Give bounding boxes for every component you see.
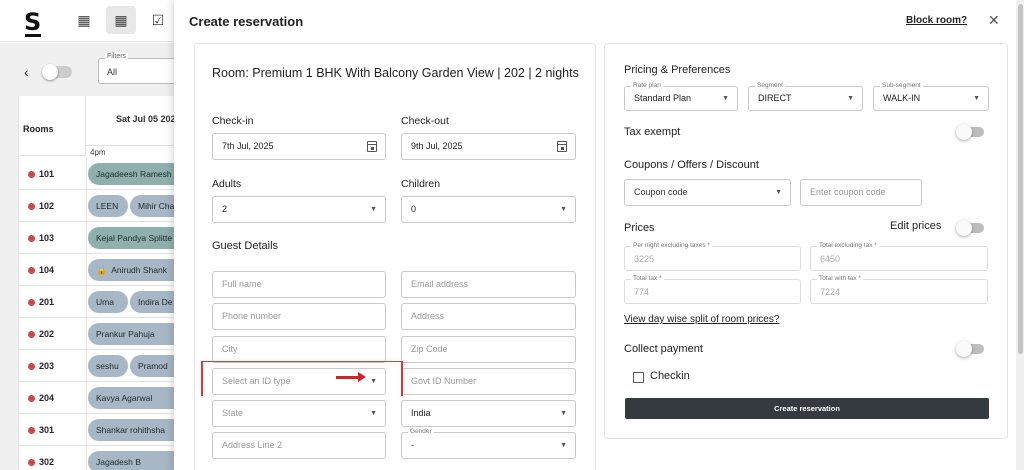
calendar-icon[interactable] xyxy=(557,141,567,152)
room-row: 101 Jagadeesh Ramesh xyxy=(18,158,198,190)
coupon-code-select[interactable]: Coupon code ▼ xyxy=(624,179,791,206)
pricing-heading: Pricing & Preferences xyxy=(624,64,731,76)
chevron-down-icon: ▼ xyxy=(370,410,377,417)
checkout-label: Check-out xyxy=(401,115,449,127)
chevron-down-icon: ▼ xyxy=(560,410,567,417)
room-row: 302 Jagadesh B xyxy=(18,446,198,470)
close-icon[interactable]: ✕ xyxy=(988,12,1000,29)
booking-pill[interactable]: seshu xyxy=(88,355,128,377)
total-tax-field: Total tax * 774 xyxy=(624,274,801,304)
calendar-icon[interactable] xyxy=(367,141,377,152)
app-logo: S xyxy=(24,8,42,36)
calendar-icon[interactable]: ▦ xyxy=(106,6,136,34)
rate-plan-label: Rate plan xyxy=(631,81,663,91)
adults-label: Adults xyxy=(212,178,242,190)
booking-pill[interactable]: Uma xyxy=(88,291,128,313)
checkout-date-field[interactable]: 9th Jul, 2025 xyxy=(401,133,576,160)
adults-select[interactable]: 2 ▼ xyxy=(212,196,386,223)
dashboard-grid-icon[interactable]: ▦ xyxy=(76,12,92,28)
guest-details-heading: Guest Details xyxy=(212,240,279,252)
children-select[interactable]: 0 ▼ xyxy=(401,196,576,223)
room-row: 301 Shankar rohithsha xyxy=(18,414,198,446)
view-toggle[interactable] xyxy=(42,64,72,80)
total-excl-tax-field: Total excluding tax * 6450 xyxy=(810,241,988,271)
room-row: 204 Kavya Agarwal xyxy=(18,382,198,414)
subsegment-select[interactable]: Sub-segment WALK-IN ▼ xyxy=(873,81,989,111)
chevron-down-icon: ▼ xyxy=(560,442,567,449)
room-row: 102 LEEN Mihir Cha xyxy=(18,190,200,222)
room-title: Room: Premium 1 BHK With Balcony Garden … xyxy=(212,66,579,80)
filters-label: Filters xyxy=(105,53,129,60)
gender-select[interactable]: Gender - ▼ xyxy=(401,427,576,459)
clipboard-icon[interactable]: ☑ xyxy=(150,12,166,28)
total-excl-tax-label: Total excluding tax * xyxy=(817,241,879,251)
room-row: 103 Kejal Pandya Splitte xyxy=(18,222,198,254)
checkin-date-field[interactable]: 7th Jul, 2025 xyxy=(212,133,386,160)
per-night-price-field: Per night excluding taxes * 3225 xyxy=(624,241,801,271)
rate-plan-select[interactable]: Rate plan Standard Plan ▼ xyxy=(624,81,738,111)
annotation-highlight-box xyxy=(201,361,403,396)
gender-label: Gender xyxy=(408,427,434,437)
chevron-down-icon: ▼ xyxy=(560,206,567,213)
checkin-checkbox-label: Checkin xyxy=(650,370,690,382)
view-split-link[interactable]: View day wise split of room prices? xyxy=(624,314,779,325)
time-label: 4pm xyxy=(90,148,106,157)
children-label: Children xyxy=(401,178,441,190)
per-night-label: Per night excluding taxes * xyxy=(631,241,712,251)
total-tax-label: Total tax * xyxy=(631,274,664,284)
room-row: 202 Prankur Pahuja xyxy=(18,318,198,350)
collect-payment-toggle[interactable] xyxy=(956,341,984,357)
state-select[interactable]: State ▼ xyxy=(212,400,386,427)
chevron-down-icon: ▼ xyxy=(973,95,980,102)
date-header: Sat Jul 05 202 xyxy=(86,96,188,146)
tax-exempt-toggle[interactable] xyxy=(956,124,984,140)
city-input[interactable]: City xyxy=(212,336,386,363)
rooms-header: Rooms xyxy=(18,96,86,156)
zip-input[interactable]: Zip Code xyxy=(401,336,576,363)
phone-input[interactable]: Phone number xyxy=(212,303,386,330)
modal-title: Create reservation xyxy=(189,14,304,29)
segment-label: Segment xyxy=(755,81,786,91)
checkin-label: Check-in xyxy=(212,115,254,127)
reservation-details-panel: Room: Premium 1 BHK With Balcony Garden … xyxy=(194,43,596,470)
total-with-tax-field: Total with tax * 7224 xyxy=(810,274,988,304)
logo-underline xyxy=(25,34,41,37)
room-row: 104 🔒 Anirudh Shank xyxy=(18,254,198,286)
total-with-tax-label: Total with tax * xyxy=(817,274,863,284)
address-line2-input[interactable]: Address Line 2 xyxy=(212,432,386,459)
pricing-panel: Pricing & Preferences Rate plan Standard… xyxy=(604,43,1008,439)
address-input[interactable]: Address xyxy=(401,303,576,330)
lock-icon: 🔒 xyxy=(96,265,108,275)
chevron-down-icon: ▼ xyxy=(722,95,729,102)
govt-id-input[interactable]: Govt ID Number xyxy=(401,368,576,395)
room-row: 203 seshu Pramod xyxy=(18,350,200,382)
chevron-down-icon: ▼ xyxy=(847,95,854,102)
prices-heading: Prices xyxy=(624,222,655,234)
create-reservation-modal: Create reservation Block room? ✕ Room: P… xyxy=(174,0,1016,470)
scrollbar-thumb[interactable] xyxy=(1018,4,1023,354)
create-reservation-button[interactable]: Create reservation xyxy=(625,398,989,419)
email-input[interactable]: Email address xyxy=(401,271,576,298)
chevron-down-icon: ▼ xyxy=(775,189,782,196)
coupon-code-input[interactable]: Enter coupon code xyxy=(800,179,922,206)
tax-exempt-label: Tax exempt xyxy=(624,126,681,138)
edit-prices-label: Edit prices xyxy=(890,220,942,232)
collect-payment-label: Collect payment xyxy=(624,343,703,355)
annotation-arrow-head xyxy=(358,372,366,382)
room-row: 201 Uma Indira De xyxy=(18,286,200,318)
block-room-link[interactable]: Block room? xyxy=(906,15,967,26)
filters-value: All xyxy=(107,67,118,77)
chevron-down-icon: ▼ xyxy=(370,206,377,213)
checkin-checkbox[interactable] xyxy=(633,372,644,383)
back-chevron-icon[interactable]: ‹ xyxy=(24,64,29,80)
coupons-heading: Coupons / Offers / Discount xyxy=(624,159,759,171)
segment-select[interactable]: Segment DIRECT ▼ xyxy=(748,81,863,111)
booking-pill[interactable]: LEEN xyxy=(88,195,128,217)
full-name-input[interactable]: Full name xyxy=(212,271,386,298)
country-select[interactable]: India ▼ xyxy=(401,400,576,427)
subsegment-label: Sub-segment xyxy=(880,81,923,91)
edit-prices-toggle[interactable] xyxy=(956,220,984,236)
